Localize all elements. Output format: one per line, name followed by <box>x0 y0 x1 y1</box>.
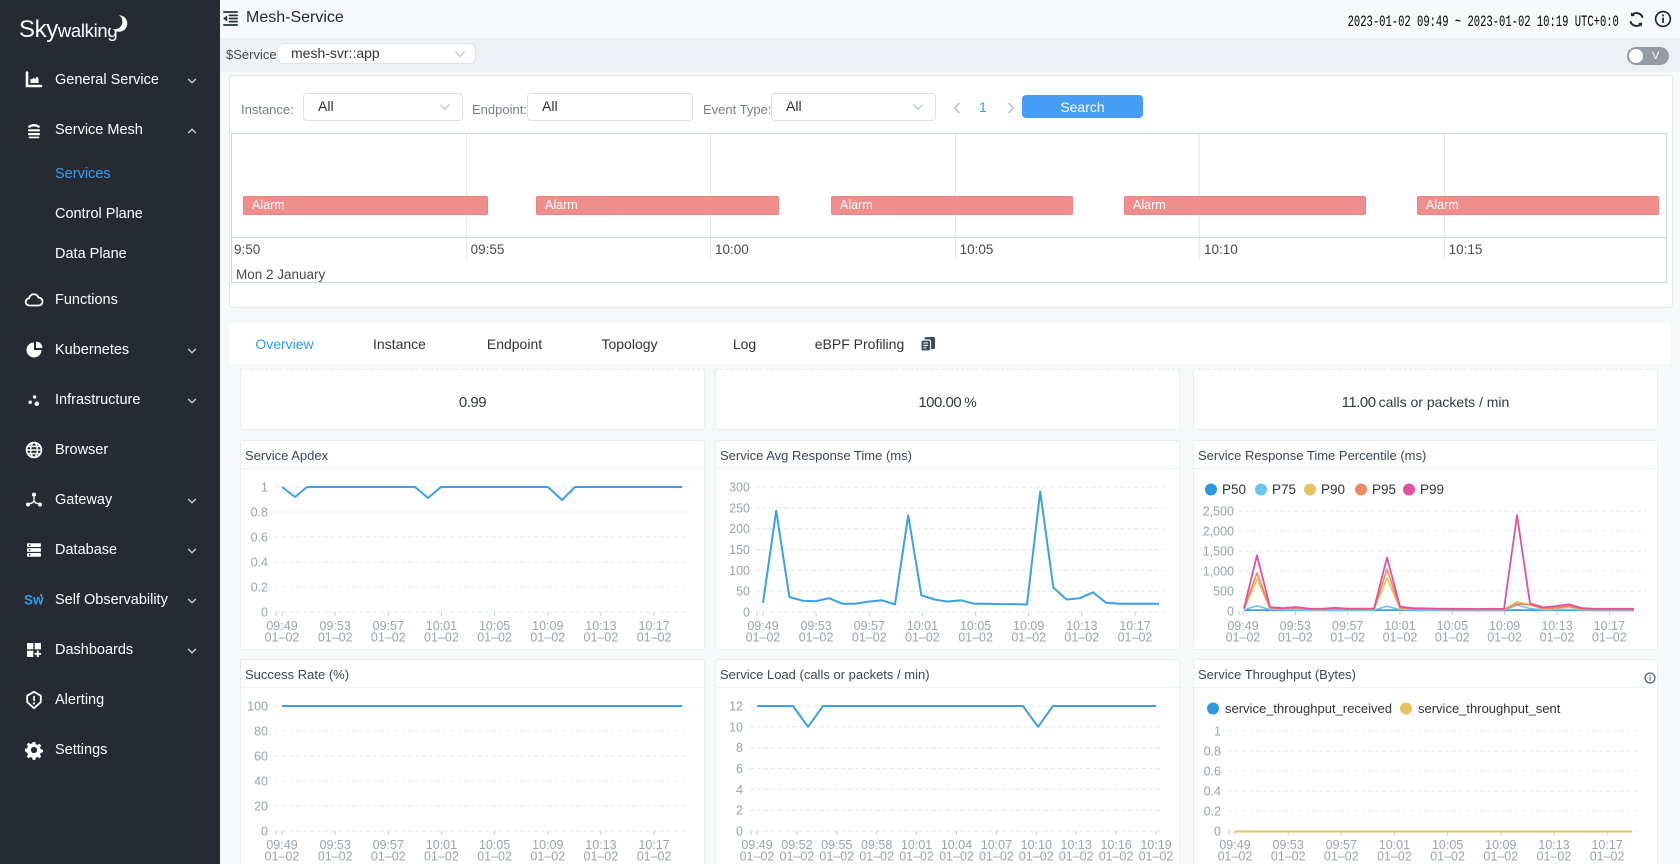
svg-text:P75: P75 <box>1272 482 1296 497</box>
svg-text:01–02: 01–02 <box>1540 631 1575 645</box>
svg-text:50: 50 <box>736 585 750 599</box>
svg-text:2,000: 2,000 <box>1203 525 1234 539</box>
svg-text:500: 500 <box>1213 585 1234 599</box>
svg-text:150: 150 <box>729 543 750 557</box>
svg-text:6: 6 <box>736 762 743 776</box>
svg-text:1: 1 <box>1214 725 1221 739</box>
svg-text:service_throughput_sent: service_throughput_sent <box>1418 701 1561 716</box>
svg-text:100: 100 <box>729 564 750 578</box>
svg-text:0.4: 0.4 <box>1204 785 1221 799</box>
svg-text:01–02: 01–02 <box>1019 850 1054 864</box>
svg-text:0: 0 <box>261 825 268 839</box>
svg-text:01–02: 01–02 <box>1590 850 1625 864</box>
svg-text:01–02: 01–02 <box>740 850 775 864</box>
svg-text:01–02: 01–02 <box>1483 850 1518 864</box>
svg-text:01–02: 01–02 <box>1118 631 1153 645</box>
svg-text:01–02: 01–02 <box>1139 850 1174 864</box>
svg-text:01–02: 01–02 <box>1435 631 1470 645</box>
svg-text:1,000: 1,000 <box>1203 565 1234 579</box>
svg-text:P50: P50 <box>1222 482 1246 497</box>
svg-text:01–02: 01–02 <box>958 631 993 645</box>
svg-text:01–02: 01–02 <box>905 631 940 645</box>
svg-text:01–02: 01–02 <box>371 850 406 864</box>
svg-text:0.2: 0.2 <box>251 581 268 595</box>
svg-text:0: 0 <box>1227 605 1234 619</box>
svg-text:01–02: 01–02 <box>939 850 974 864</box>
svg-text:01–02: 01–02 <box>477 631 512 645</box>
svg-text:01–02: 01–02 <box>637 850 672 864</box>
svg-text:01–02: 01–02 <box>1592 631 1627 645</box>
svg-text:0.6: 0.6 <box>1204 765 1221 779</box>
svg-text:01–02: 01–02 <box>1059 850 1094 864</box>
svg-text:60: 60 <box>254 750 268 764</box>
svg-text:12: 12 <box>729 700 743 714</box>
svg-text:01–02: 01–02 <box>637 631 672 645</box>
svg-text:01–02: 01–02 <box>265 850 300 864</box>
svg-text:2,500: 2,500 <box>1203 505 1234 519</box>
svg-text:01–02: 01–02 <box>1487 631 1522 645</box>
svg-text:0.8: 0.8 <box>1204 745 1221 759</box>
svg-text:01–02: 01–02 <box>1383 631 1418 645</box>
svg-text:01–02: 01–02 <box>318 850 353 864</box>
svg-text:01–02: 01–02 <box>1377 850 1412 864</box>
svg-text:01–02: 01–02 <box>584 631 619 645</box>
svg-text:10: 10 <box>729 720 743 734</box>
svg-text:P99: P99 <box>1420 482 1444 497</box>
svg-text:01–02: 01–02 <box>780 850 815 864</box>
svg-text:01–02: 01–02 <box>899 850 934 864</box>
svg-text:200: 200 <box>729 522 750 536</box>
svg-text:8: 8 <box>736 741 743 755</box>
svg-text:20: 20 <box>254 800 268 814</box>
svg-text:P90: P90 <box>1321 482 1345 497</box>
svg-text:100: 100 <box>247 700 268 714</box>
svg-text:40: 40 <box>254 775 268 789</box>
svg-text:01–02: 01–02 <box>1226 631 1261 645</box>
svg-text:0.4: 0.4 <box>251 556 268 570</box>
svg-text:01–02: 01–02 <box>1330 631 1365 645</box>
svg-text:01–02: 01–02 <box>819 850 854 864</box>
svg-text:01–02: 01–02 <box>852 631 887 645</box>
svg-text:0: 0 <box>261 606 268 620</box>
svg-text:01–02: 01–02 <box>424 631 459 645</box>
svg-text:service_throughput_received: service_throughput_received <box>1225 701 1392 716</box>
svg-text:01–02: 01–02 <box>530 631 565 645</box>
svg-text:0: 0 <box>736 825 743 839</box>
svg-text:01–02: 01–02 <box>1011 631 1046 645</box>
svg-text:01–02: 01–02 <box>1099 850 1134 864</box>
svg-text:300: 300 <box>729 481 750 495</box>
svg-text:01–02: 01–02 <box>1064 631 1099 645</box>
svg-text:01–02: 01–02 <box>1218 850 1253 864</box>
svg-text:2: 2 <box>736 804 743 818</box>
svg-text:01–02: 01–02 <box>1324 850 1359 864</box>
svg-text:01–02: 01–02 <box>746 631 781 645</box>
svg-text:80: 80 <box>254 725 268 739</box>
svg-text:01–02: 01–02 <box>371 631 406 645</box>
svg-text:P95: P95 <box>1372 482 1396 497</box>
svg-text:0: 0 <box>743 606 750 620</box>
svg-text:01–02: 01–02 <box>265 631 300 645</box>
svg-text:01–02: 01–02 <box>1537 850 1572 864</box>
svg-text:01–02: 01–02 <box>1278 631 1313 645</box>
svg-text:01–02: 01–02 <box>1271 850 1306 864</box>
svg-text:4: 4 <box>736 783 743 797</box>
svg-text:01–02: 01–02 <box>979 850 1014 864</box>
svg-text:01–02: 01–02 <box>318 631 353 645</box>
svg-text:01–02: 01–02 <box>424 850 459 864</box>
svg-text:1: 1 <box>261 481 268 495</box>
svg-text:01–02: 01–02 <box>799 631 834 645</box>
svg-text:0.2: 0.2 <box>1204 805 1221 819</box>
svg-text:01–02: 01–02 <box>1430 850 1465 864</box>
svg-text:1,500: 1,500 <box>1203 545 1234 559</box>
svg-text:01–02: 01–02 <box>477 850 512 864</box>
svg-text:01–02: 01–02 <box>859 850 894 864</box>
svg-text:250: 250 <box>729 501 750 515</box>
svg-text:01–02: 01–02 <box>530 850 565 864</box>
svg-text:0.8: 0.8 <box>251 506 268 520</box>
svg-text:0: 0 <box>1214 825 1221 839</box>
svg-text:01–02: 01–02 <box>584 850 619 864</box>
svg-text:0.6: 0.6 <box>251 531 268 545</box>
